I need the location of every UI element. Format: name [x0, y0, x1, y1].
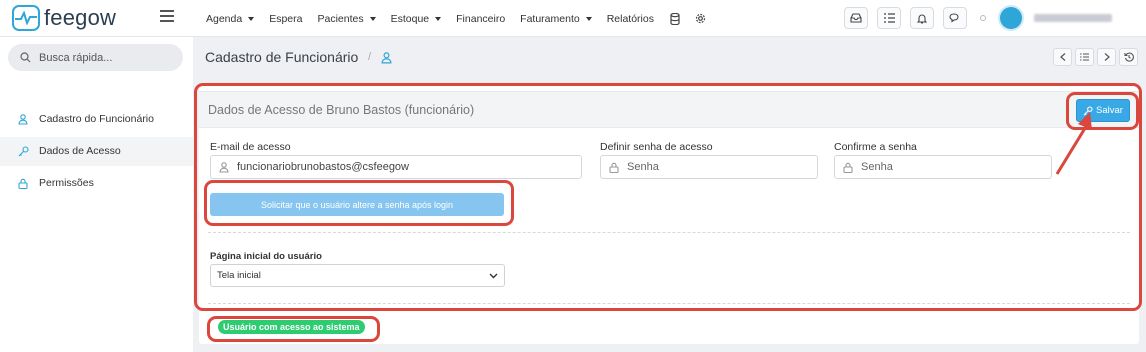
sidebar-item-dados-acesso[interactable]: Dados de Acesso [17, 145, 121, 157]
key-icon [17, 145, 29, 157]
logo[interactable]: feegow [12, 5, 116, 31]
nav-faturamento[interactable]: Faturamento [520, 13, 592, 25]
page-header: Cadastro de Funcionário / [193, 37, 1146, 77]
confirm-password-label: Confirme a senha [834, 141, 917, 153]
password-label: Definir senha de acesso [600, 141, 713, 153]
nav-financeiro[interactable]: Financeiro [456, 13, 505, 25]
email-field[interactable]: funcionariobrunobastos@csfeegow [210, 155, 582, 179]
sidebar-item-cadastro[interactable]: Cadastro do Funcionário [17, 113, 154, 125]
next-icon[interactable] [1097, 48, 1116, 66]
breadcrumb-separator: / [368, 51, 372, 63]
top-bar: feegow Agenda Espera Pacientes Estoque F… [0, 0, 1146, 37]
inbox-icon[interactable] [844, 7, 868, 29]
record-nav-buttons [1050, 48, 1138, 66]
card-header: Dados de Acesso de Bruno Bastos (funcion… [199, 91, 1139, 128]
bell-icon[interactable] [910, 7, 934, 29]
password-field[interactable]: Senha [600, 155, 818, 179]
user-icon [219, 161, 229, 173]
database-icon[interactable] [669, 12, 681, 25]
sidebar-item-permissoes[interactable]: Permissões [17, 177, 94, 189]
quick-search-placeholder: Busca rápida... [39, 51, 113, 64]
status-dot-icon [980, 15, 986, 21]
sidebar: Busca rápida... Cadastro do Funcionário … [0, 37, 193, 352]
lock-icon [843, 162, 853, 173]
confirm-password-field[interactable]: Senha [834, 155, 1052, 179]
nav-estoque[interactable]: Estoque [391, 13, 442, 25]
quick-search-input[interactable]: Busca rápida... [8, 44, 183, 71]
previous-icon[interactable] [1053, 48, 1072, 66]
page-title: Cadastro de Funcionário [205, 49, 359, 65]
home-page-label: Página inicial do usuário [210, 251, 322, 262]
divider [208, 232, 1130, 233]
checklist-icon[interactable] [877, 7, 901, 29]
brand-name: feegow [44, 5, 117, 30]
main-nav: Agenda Espera Pacientes Estoque Financei… [206, 0, 721, 37]
gear-icon[interactable] [695, 13, 707, 25]
lock-icon [17, 177, 29, 189]
lock-icon [609, 162, 619, 173]
email-label: E-mail de acesso [210, 141, 291, 153]
user-icon [381, 51, 392, 69]
divider [208, 303, 1130, 304]
chevron-down-icon [489, 271, 498, 282]
avatar[interactable] [1000, 7, 1022, 29]
request-password-change-button[interactable]: Solicitar que o usuário altere a senha a… [210, 193, 504, 216]
username-blurred[interactable] [1034, 14, 1112, 22]
nav-relatorios[interactable]: Relatórios [607, 13, 654, 25]
list-icon[interactable] [1075, 48, 1094, 66]
card-title: Dados de Acesso de Bruno Bastos (funcion… [208, 103, 475, 117]
nav-pacientes[interactable]: Pacientes [317, 13, 376, 25]
pulse-icon [12, 5, 40, 31]
status-badge: Usuário com acesso ao sistema [218, 320, 365, 334]
access-form-card: Dados de Acesso de Bruno Bastos (funcion… [199, 83, 1139, 344]
annotation-arrow-icon [1055, 112, 1092, 175]
nav-espera[interactable]: Espera [269, 13, 302, 25]
top-actions [844, 7, 1112, 29]
home-page-select[interactable]: Tela inicial [210, 264, 505, 287]
search-icon [20, 52, 31, 63]
history-icon[interactable] [1119, 48, 1138, 66]
menu-toggle-icon[interactable] [160, 10, 174, 23]
user-icon [17, 113, 29, 125]
chat-icon[interactable] [943, 7, 967, 29]
nav-agenda[interactable]: Agenda [206, 13, 255, 25]
